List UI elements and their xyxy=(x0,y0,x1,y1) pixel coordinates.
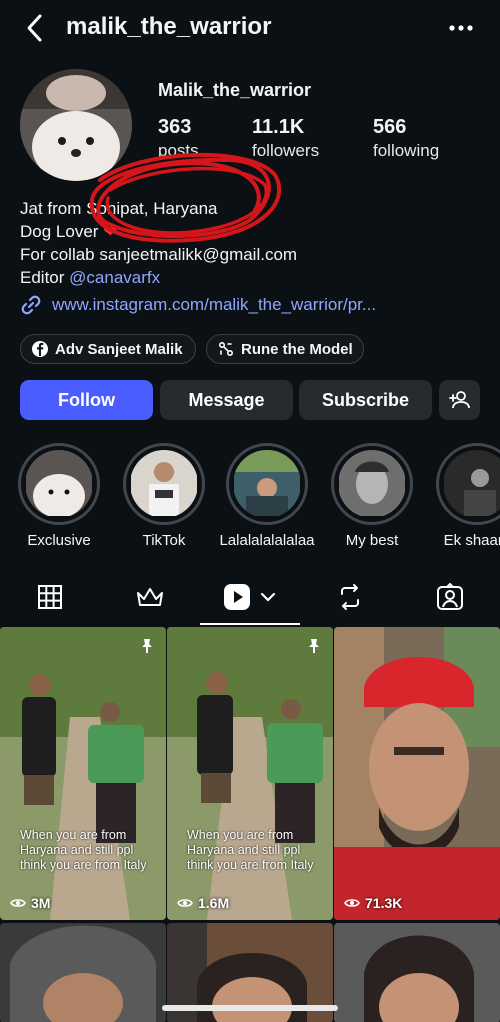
home-indicator[interactable] xyxy=(162,1005,338,1011)
active-tab-indicator xyxy=(200,623,300,625)
posts-count-label: posts xyxy=(158,141,199,160)
posts-count[interactable]: 363 posts xyxy=(158,116,199,161)
reel-caption: When you are from Haryana and still ppl … xyxy=(187,828,313,873)
following-count-value: 566 xyxy=(373,116,407,138)
caption-line: Haryana and still ppl xyxy=(20,843,134,857)
profile-website-link[interactable]: www.instagram.com/malik_the_warrior/pr..… xyxy=(20,294,376,316)
chip-label: Adv Sanjeet Malik xyxy=(55,340,183,358)
crown-icon xyxy=(137,588,163,606)
tab-reels[interactable] xyxy=(200,570,300,624)
website-link-text: www.instagram.com/malik_the_warrior/pr..… xyxy=(52,295,377,314)
highlight-thumbnail xyxy=(25,450,93,518)
bio-line: For collab sanjeetmalikk@gmail.com xyxy=(20,245,298,264)
following-count[interactable]: 566 following xyxy=(373,116,439,161)
facebook-profile-chip[interactable]: Adv Sanjeet Malik xyxy=(20,334,196,364)
chevron-down-icon xyxy=(260,592,276,602)
profile-content-tabs xyxy=(0,570,500,626)
caption-line: Haryana and still ppl xyxy=(187,843,301,857)
bio-line-text: Dog Lover xyxy=(20,222,99,241)
followers-count-value: 11.1K xyxy=(252,116,305,138)
subscribe-button[interactable]: Subscribe xyxy=(299,380,432,420)
more-options-button[interactable] xyxy=(446,16,476,40)
chevron-left-icon xyxy=(27,14,42,42)
back-button[interactable] xyxy=(22,12,50,44)
reel-tile[interactable]: When you are from Haryana and still ppl … xyxy=(167,627,333,920)
tab-reposts[interactable] xyxy=(300,570,400,624)
follow-button[interactable]: Follow xyxy=(20,380,153,420)
page-title: malik_the_warrior xyxy=(66,13,272,40)
facebook-icon xyxy=(32,341,48,357)
eye-icon xyxy=(177,899,193,907)
view-count: 3M xyxy=(10,895,50,911)
reel-tile[interactable] xyxy=(0,923,166,1022)
view-count-value: 1.6M xyxy=(198,895,230,911)
bio-line: Dog Lover ❤ xyxy=(20,220,297,243)
profile-avatar[interactable] xyxy=(20,69,132,181)
followers-count-label: followers xyxy=(252,141,320,160)
threads-icon xyxy=(218,341,234,357)
reel-tile[interactable]: When you are from Haryana and still ppl … xyxy=(0,627,166,920)
followers-count[interactable]: 11.1K followers xyxy=(252,116,319,161)
view-count: 71.3K xyxy=(344,895,402,911)
highlight-label: My best xyxy=(345,532,399,549)
caption-line: think you are from Italy xyxy=(187,858,314,872)
highlight-label: Lalalalalalalaa xyxy=(219,532,315,549)
pinned-icon xyxy=(138,637,156,660)
caption-line: think you are from Italy xyxy=(20,858,147,872)
highlight-thumbnail xyxy=(233,450,301,518)
following-count-label: following xyxy=(373,141,440,160)
bio-line: Editor @canavarfx xyxy=(20,266,297,289)
reels-icon xyxy=(224,584,250,610)
link-icon xyxy=(21,295,41,315)
view-count-value: 71.3K xyxy=(365,895,403,911)
tab-exclusive[interactable] xyxy=(100,570,200,624)
top-bar: malik_the_warrior xyxy=(0,0,500,56)
bio-line: Jat from Sonipat, Haryana xyxy=(20,199,218,218)
eye-icon xyxy=(344,899,360,907)
tab-posts-grid[interactable] xyxy=(0,570,100,624)
eye-icon xyxy=(10,899,26,907)
highlight-thumbnail xyxy=(443,450,500,518)
editor-mention-link[interactable]: @canavarfx xyxy=(69,268,160,287)
highlight-label: Exclusive xyxy=(27,532,91,549)
reel-tile[interactable] xyxy=(334,923,500,1022)
story-highlight[interactable]: TikTok xyxy=(115,443,213,549)
display-name: Malik_the_warrior xyxy=(158,80,312,100)
posts-count-value: 363 xyxy=(158,116,192,138)
story-highlight[interactable]: Exclusive xyxy=(10,443,108,549)
suggested-accounts-button[interactable] xyxy=(439,380,480,420)
caption-line: When you are from xyxy=(187,828,294,842)
caption-line: When you are from xyxy=(20,828,127,842)
message-button[interactable]: Message xyxy=(160,380,293,420)
add-person-icon xyxy=(448,391,470,409)
pinned-icon xyxy=(305,637,323,660)
story-highlight[interactable]: Lalalalalalalaa xyxy=(218,443,316,549)
view-count-value: 3M xyxy=(31,895,51,911)
highlight-thumbnail xyxy=(130,450,198,518)
heart-icon: ❤ xyxy=(103,222,118,241)
chip-label: Rune the Model xyxy=(241,340,353,358)
reels-grid: When you are from Haryana and still ppl … xyxy=(0,627,500,1022)
reel-tile[interactable]: 71.3K xyxy=(334,627,500,920)
highlight-label: Ek shaam xyxy=(443,532,500,549)
tagged-icon xyxy=(437,583,463,610)
bio-editor-prefix: Editor xyxy=(20,268,65,287)
grid-icon xyxy=(38,585,62,609)
reel-caption: When you are from Haryana and still ppl … xyxy=(20,828,146,873)
tab-tagged[interactable] xyxy=(400,570,500,624)
repost-icon xyxy=(341,584,359,610)
highlight-thumbnail xyxy=(338,450,406,518)
highlight-label: TikTok xyxy=(142,532,186,549)
story-highlight[interactable]: Ek shaam xyxy=(428,443,500,549)
view-count: 1.6M xyxy=(177,895,229,911)
profile-bio: Jat from Sonipat, Haryana Dog Lover ❤ Fo… xyxy=(20,197,297,289)
story-highlight[interactable]: My best xyxy=(323,443,421,549)
threads-profile-chip[interactable]: Rune the Model xyxy=(206,334,364,364)
more-dots-icon xyxy=(449,25,473,31)
